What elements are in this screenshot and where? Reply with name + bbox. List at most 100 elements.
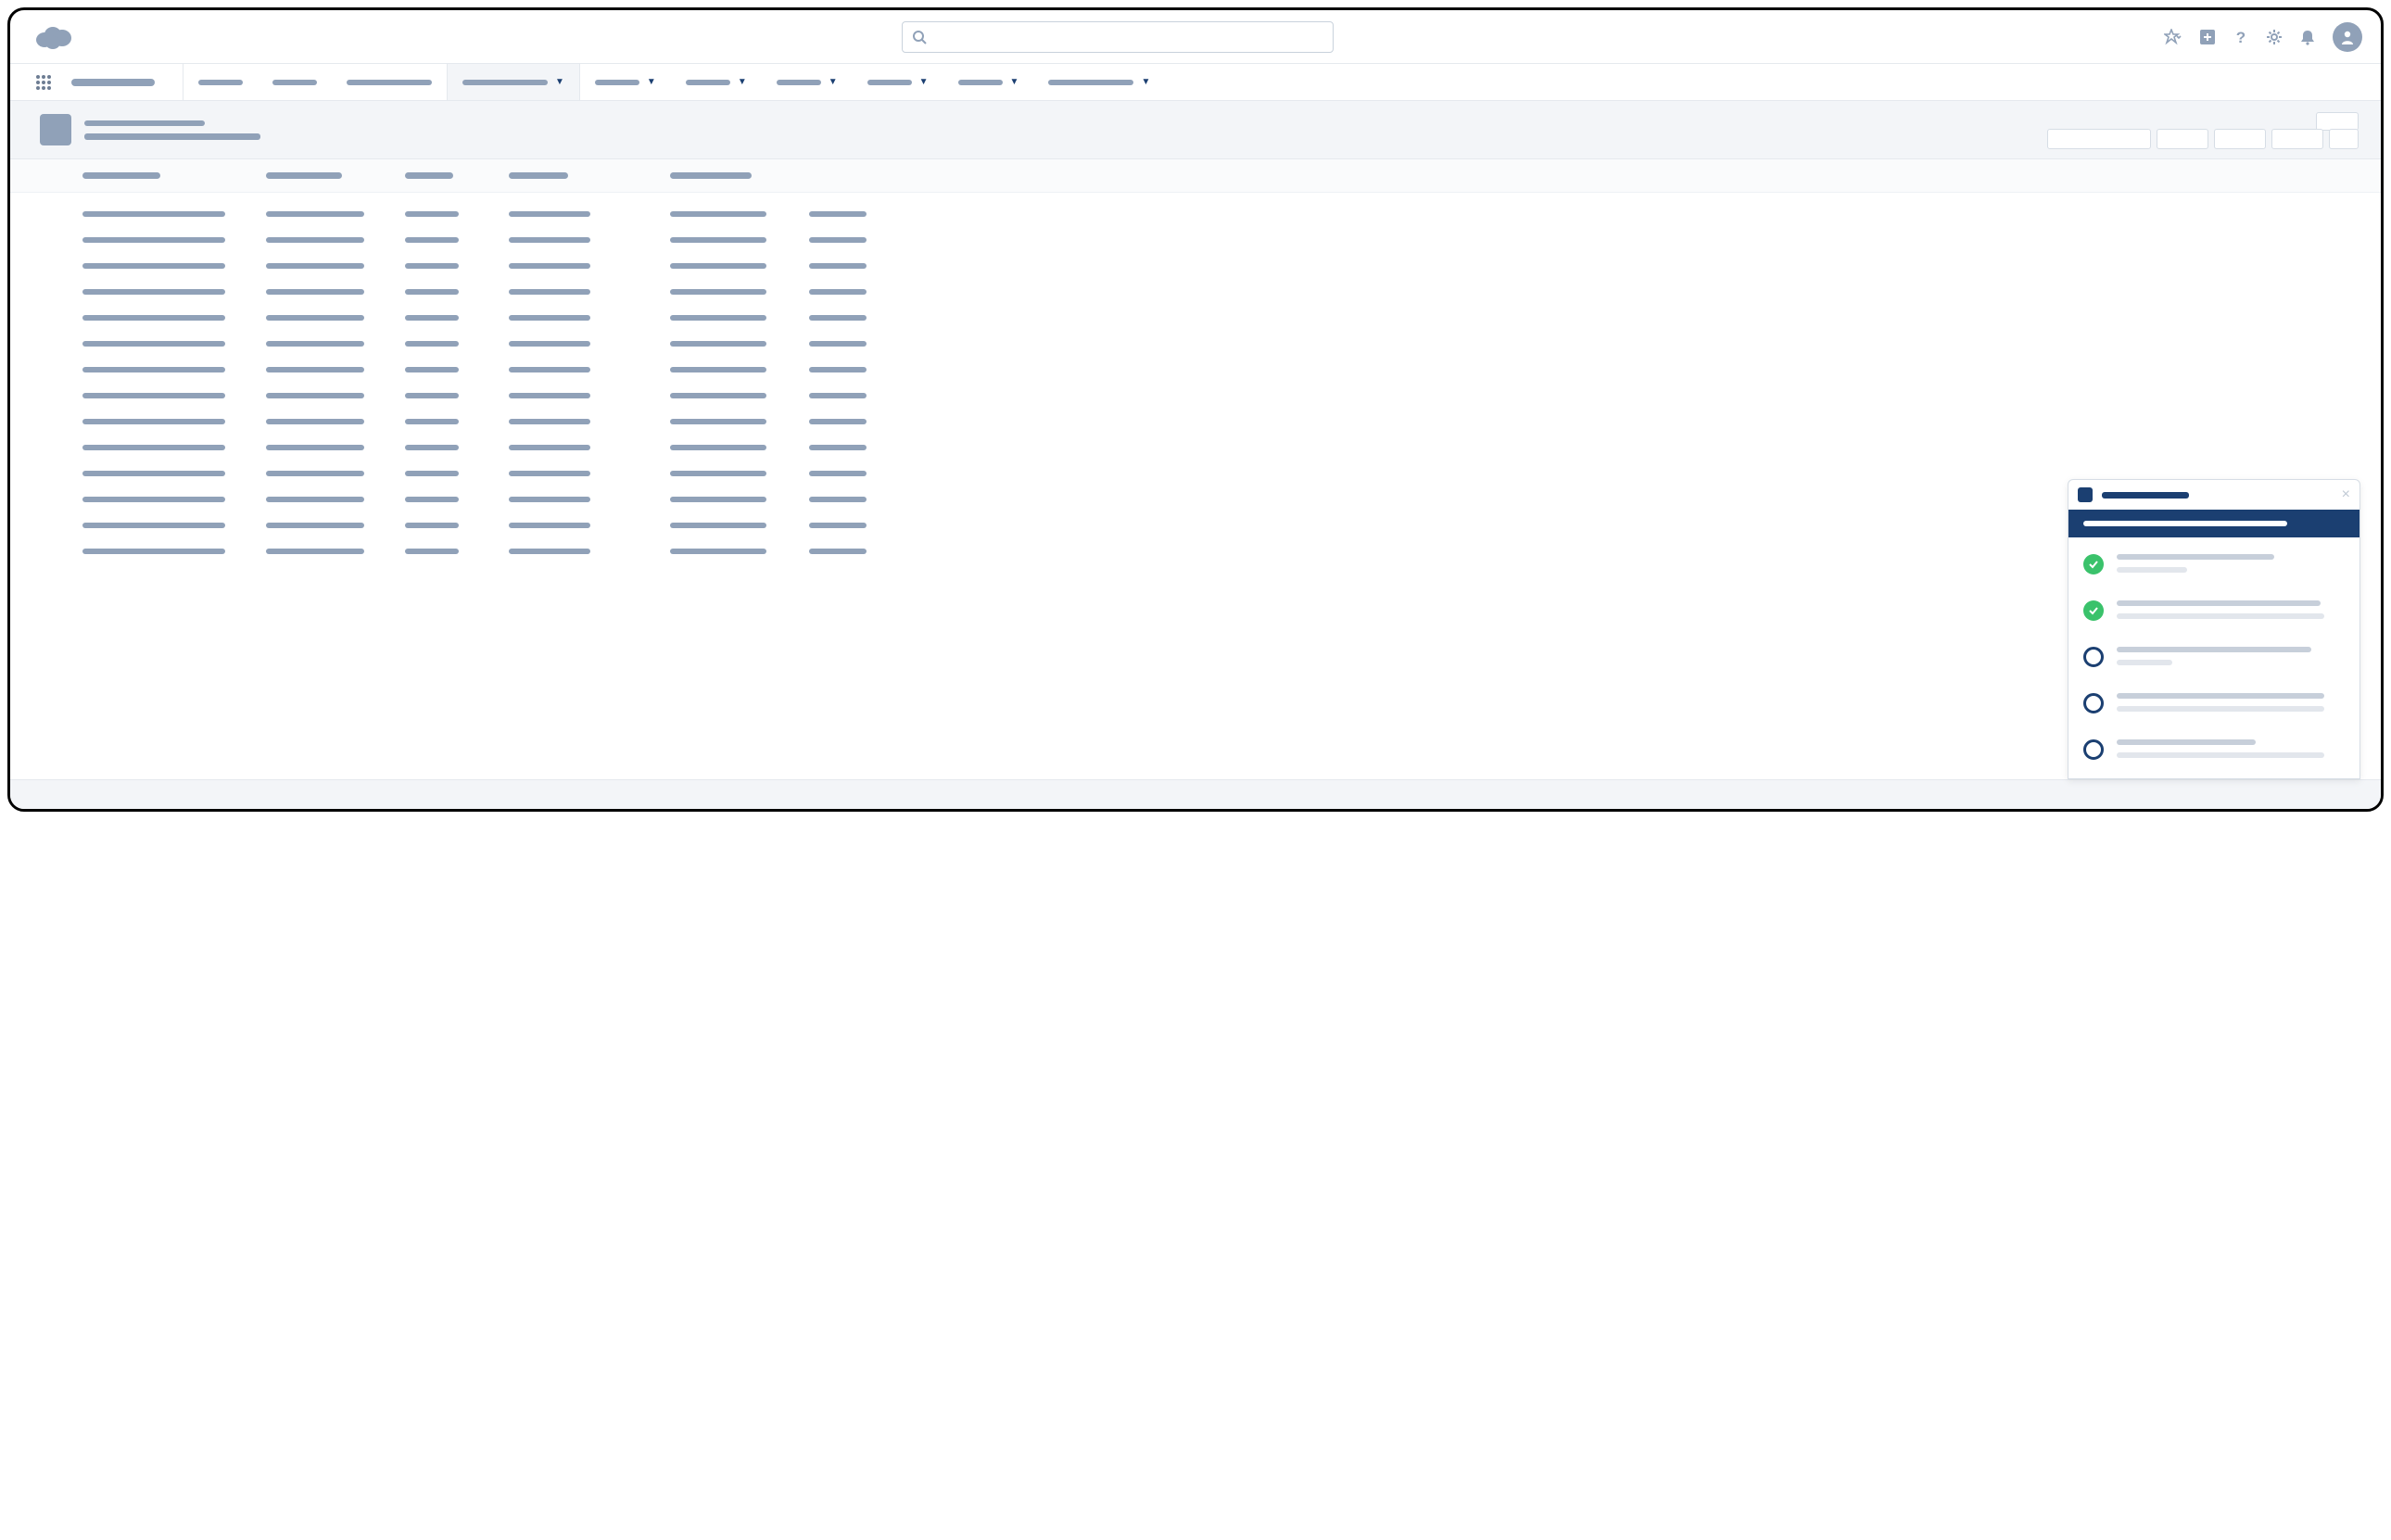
- header-action-button[interactable]: [2316, 112, 2359, 131]
- cell-value: [809, 341, 867, 347]
- cell-value: [509, 393, 590, 398]
- cell-value: [266, 445, 364, 450]
- table-header-row: [10, 159, 2381, 193]
- cell-value: [405, 263, 459, 269]
- chevron-down-icon[interactable]: ▼: [1141, 78, 1150, 87]
- table-row[interactable]: [82, 419, 2381, 424]
- table-row[interactable]: [82, 445, 2381, 450]
- table-row[interactable]: [82, 549, 2381, 554]
- table-row[interactable]: [82, 289, 2381, 295]
- table-row[interactable]: [82, 497, 2381, 502]
- nav-tab-7[interactable]: ▼: [762, 64, 853, 100]
- cell-value: [509, 523, 590, 528]
- data-table: [10, 193, 2381, 554]
- cell-value: [405, 471, 459, 476]
- cell-value: [509, 367, 590, 372]
- cell-value: [670, 549, 766, 554]
- column-header-2[interactable]: [266, 172, 342, 179]
- table-row[interactable]: [82, 237, 2381, 243]
- action-button-5[interactable]: [2329, 129, 2359, 149]
- table-row[interactable]: [82, 367, 2381, 372]
- table-row[interactable]: [82, 471, 2381, 476]
- app-name-label: [71, 79, 155, 86]
- chevron-down-icon[interactable]: ▼: [829, 78, 838, 87]
- guidance-step[interactable]: [2083, 600, 2345, 621]
- column-header-4[interactable]: [509, 172, 568, 179]
- cell-value: [266, 419, 364, 424]
- record-title: [84, 133, 260, 140]
- empty-circle-icon: [2083, 739, 2104, 760]
- action-button-4[interactable]: [2271, 129, 2323, 149]
- table-row[interactable]: [82, 341, 2381, 347]
- global-header: ?: [10, 10, 2381, 64]
- step-title: [2117, 554, 2274, 560]
- cell-value: [266, 393, 364, 398]
- chevron-down-icon[interactable]: ▼: [647, 78, 656, 87]
- cell-value: [405, 523, 459, 528]
- setup-gear-icon[interactable]: [2266, 29, 2283, 45]
- nav-tab-5[interactable]: ▼: [580, 64, 671, 100]
- add-icon[interactable]: [2199, 29, 2216, 45]
- cell-value: [670, 445, 766, 450]
- table-row[interactable]: [82, 315, 2381, 321]
- cell-value: [670, 315, 766, 321]
- object-icon: [40, 114, 71, 145]
- table-row[interactable]: [82, 211, 2381, 217]
- cell-value: [82, 497, 225, 502]
- action-button-2[interactable]: [2157, 129, 2208, 149]
- guidance-step[interactable]: [2083, 693, 2345, 713]
- cell-value: [82, 549, 225, 554]
- action-button-1[interactable]: [2047, 129, 2151, 149]
- salesforce-logo-icon[interactable]: [34, 24, 71, 50]
- column-header-5[interactable]: [670, 172, 752, 179]
- column-header-1[interactable]: [82, 172, 160, 179]
- close-icon[interactable]: ×: [2342, 487, 2350, 502]
- table-row[interactable]: [82, 263, 2381, 269]
- cell-value: [82, 367, 225, 372]
- nav-tab-10[interactable]: ▼: [1033, 64, 1165, 100]
- column-header-3[interactable]: [405, 172, 453, 179]
- nav-tab-1[interactable]: [183, 64, 258, 100]
- app-name: [58, 64, 183, 100]
- nav-tab-6[interactable]: ▼: [671, 64, 762, 100]
- table-row[interactable]: [82, 523, 2381, 528]
- notifications-bell-icon[interactable]: [2299, 29, 2316, 45]
- cell-value: [82, 341, 225, 347]
- app-launcher-icon[interactable]: [34, 64, 58, 100]
- chevron-down-icon[interactable]: ▼: [555, 78, 564, 87]
- cell-value: [809, 289, 867, 295]
- nav-tab-2[interactable]: [258, 64, 332, 100]
- global-search-input[interactable]: [902, 21, 1334, 53]
- chevron-down-icon[interactable]: ▼: [1010, 78, 1019, 87]
- guidance-step[interactable]: [2083, 647, 2345, 667]
- cell-value: [509, 237, 590, 243]
- cell-value: [809, 445, 867, 450]
- table-row[interactable]: [82, 393, 2381, 398]
- search-icon: [912, 30, 927, 44]
- cell-value: [809, 419, 867, 424]
- cell-value: [809, 367, 867, 372]
- help-icon[interactable]: ?: [2233, 29, 2249, 45]
- panel-icon: [2078, 487, 2093, 502]
- chevron-down-icon[interactable]: ▼: [738, 78, 747, 87]
- cell-value: [509, 445, 590, 450]
- guidance-step[interactable]: [2083, 739, 2345, 760]
- profile-avatar-icon[interactable]: [2333, 22, 2362, 52]
- object-label: [84, 120, 205, 126]
- nav-tab-8[interactable]: ▼: [853, 64, 943, 100]
- cell-value: [82, 289, 225, 295]
- svg-text:?: ?: [2236, 29, 2246, 45]
- nav-tab-3[interactable]: [332, 64, 447, 100]
- cell-value: [266, 289, 364, 295]
- nav-tab-9[interactable]: ▼: [943, 64, 1034, 100]
- cell-value: [509, 315, 590, 321]
- guidance-step[interactable]: [2083, 554, 2345, 574]
- panel-header[interactable]: ×: [2068, 480, 2359, 510]
- action-button-3[interactable]: [2214, 129, 2266, 149]
- favorites-icon[interactable]: [2164, 29, 2182, 45]
- cell-value: [809, 237, 867, 243]
- nav-tab-4[interactable]: ▼: [447, 64, 580, 100]
- cell-value: [266, 263, 364, 269]
- step-title: [2117, 600, 2321, 606]
- chevron-down-icon[interactable]: ▼: [919, 78, 929, 87]
